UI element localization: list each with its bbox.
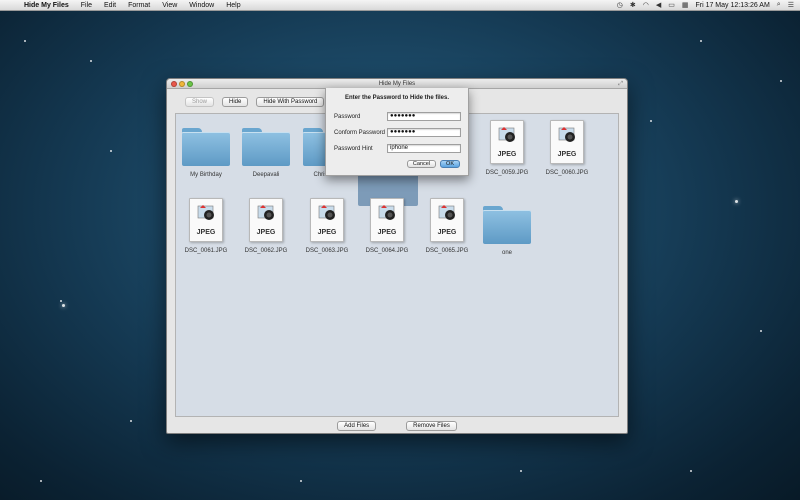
file-label: DSC_0060.JPG <box>545 170 589 176</box>
dialog-buttons: Cancel OK <box>406 160 460 168</box>
dialog-title: Enter the Password to Hide the files. <box>344 95 450 101</box>
file-item[interactable]: one <box>477 204 537 256</box>
jpeg-file-icon: JPEG <box>310 198 344 242</box>
bluetooth-icon[interactable]: ✱ <box>630 1 636 9</box>
folder-icon <box>242 126 290 166</box>
password-field[interactable]: ●●●●●●● <box>387 112 461 121</box>
file-item[interactable]: My Birthday <box>176 126 236 178</box>
zoom-icon[interactable] <box>187 81 193 87</box>
folder-icon <box>182 126 230 166</box>
wifi-icon[interactable]: ◠ <box>643 1 649 9</box>
remove-files-button[interactable]: Remove Files <box>406 421 457 431</box>
jpeg-badge: JPEG <box>377 229 397 236</box>
file-label: DSC_0065.JPG <box>425 248 469 254</box>
file-item[interactable]: JPEG DSC_0059.JPG <box>477 120 537 176</box>
confirm-password-field[interactable]: ●●●●●●● <box>387 128 461 137</box>
confirm-password-label: Conform Password <box>334 129 386 136</box>
jpeg-file-icon: JPEG <box>550 120 584 164</box>
hide-with-password-button[interactable]: Hide With Password <box>256 97 325 107</box>
status-area: ◷ ✱ ◠ ◀ ▭ ▦ Fri 17 May 12:13:26 AM ⌕ ☰ <box>617 1 800 9</box>
menu-bar: Hide My Files File Edit Format View Wind… <box>0 0 800 11</box>
time-machine-icon[interactable]: ◷ <box>617 1 623 9</box>
menu-edit[interactable]: Edit <box>98 0 122 11</box>
jpeg-file-icon: JPEG <box>189 198 223 242</box>
spotlight-icon[interactable]: ⌕ <box>777 1 781 9</box>
file-label: DSC_0062.JPG <box>244 248 288 254</box>
close-icon[interactable] <box>171 81 177 87</box>
password-hint-label: Password Hint <box>334 145 373 152</box>
file-item[interactable]: JPEG DSC_0063.JPG <box>297 198 357 254</box>
password-dialog: Enter the Password to Hide the files. Pa… <box>325 88 469 176</box>
window-title: Hide My Files <box>378 81 416 87</box>
jpeg-badge: JPEG <box>437 229 457 236</box>
fullscreen-icon[interactable]: ⤢ <box>618 79 623 89</box>
window-controls <box>171 81 193 87</box>
password-row: Password ●●●●●●● <box>334 112 461 121</box>
password-hint-field[interactable]: iphone <box>387 144 461 153</box>
jpeg-badge: JPEG <box>256 229 276 236</box>
jpeg-file-icon: JPEG <box>490 120 524 164</box>
cancel-button[interactable]: Cancel <box>406 160 437 168</box>
file-item[interactable]: JPEG DSC_0064.JPG <box>357 198 417 254</box>
jpeg-file-icon: JPEG <box>370 198 404 242</box>
hint-row: Password Hint iphone <box>334 144 461 153</box>
file-label: Deepavali <box>252 172 280 178</box>
show-button[interactable]: Show <box>185 97 215 107</box>
menu-clock[interactable]: Fri 17 May 12:13:26 AM <box>695 2 769 9</box>
volume-icon[interactable]: ◀ <box>656 1 661 9</box>
file-label: My Birthday <box>190 172 222 178</box>
jpeg-badge: JPEG <box>497 151 517 158</box>
file-item[interactable]: JPEG DSC_0062.JPG <box>236 198 296 254</box>
confirm-row: Conform Password ●●●●●●● <box>334 128 461 137</box>
file-label: DSC_0059.JPG <box>485 170 529 176</box>
file-item[interactable]: JPEG DSC_0060.JPG <box>537 120 597 176</box>
minimize-icon[interactable] <box>179 81 185 87</box>
bottom-bar: Add Files Remove Files <box>167 421 627 431</box>
file-item[interactable]: JPEG DSC_0065.JPG <box>417 198 477 254</box>
jpeg-badge: JPEG <box>196 229 216 236</box>
file-label: DSC_0063.JPG <box>305 248 349 254</box>
battery-icon[interactable]: ▭ <box>668 1 675 9</box>
ok-button[interactable]: OK <box>440 160 460 168</box>
folder-icon <box>483 204 531 244</box>
jpeg-file-icon: JPEG <box>430 198 464 242</box>
menu-format[interactable]: Format <box>122 0 156 11</box>
jpeg-badge: JPEG <box>557 151 577 158</box>
menu-app[interactable]: Hide My Files <box>18 0 75 11</box>
file-item[interactable]: JPEG DSC_0061.JPG <box>176 198 236 254</box>
menu-help[interactable]: Help <box>220 0 246 11</box>
file-label: DSC_0064.JPG <box>365 248 409 254</box>
file-label: one <box>501 250 512 256</box>
toolbar: Show Hide Hide With Password <box>185 97 325 107</box>
menu-file[interactable]: File <box>75 0 98 11</box>
file-label: DSC_0061.JPG <box>184 248 228 254</box>
add-files-button[interactable]: Add Files <box>337 421 377 431</box>
flag-icon[interactable]: ▦ <box>682 1 689 9</box>
list-icon[interactable]: ☰ <box>788 1 794 9</box>
hide-button[interactable]: Hide <box>222 97 249 107</box>
jpeg-file-icon: JPEG <box>249 198 283 242</box>
file-item[interactable]: Deepavali <box>236 126 296 178</box>
menu-view[interactable]: View <box>156 0 183 11</box>
jpeg-badge: JPEG <box>317 229 337 236</box>
menu-window[interactable]: Window <box>183 0 220 11</box>
password-label: Password <box>334 113 361 120</box>
